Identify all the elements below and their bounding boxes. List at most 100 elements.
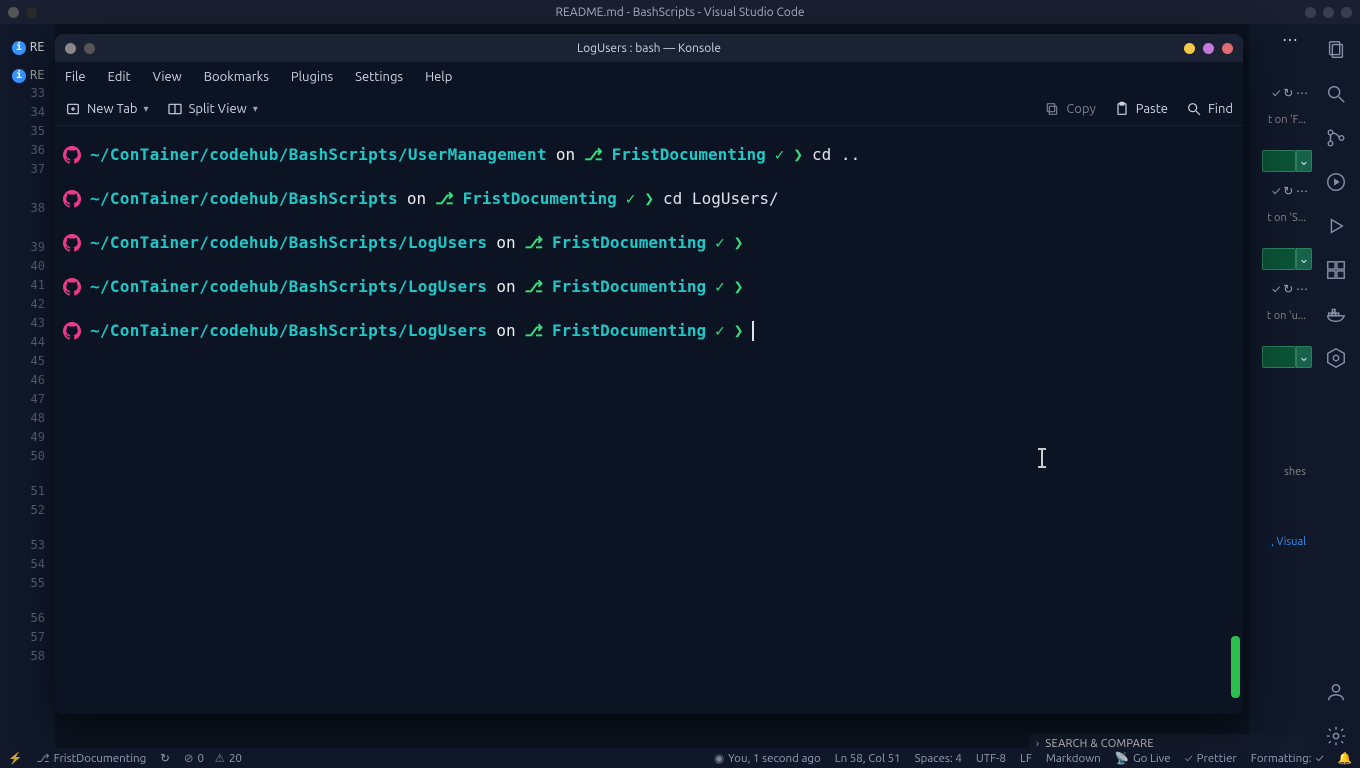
git-blame-status[interactable]: ◉You, 1 second ago	[714, 751, 821, 765]
window-controls-right	[1305, 7, 1352, 18]
scm-actions[interactable]: ✓ ↻ ⋯	[1272, 282, 1308, 296]
konsole-window: LogUsers : bash — Konsole File Edit View Bo…	[55, 34, 1243, 714]
cursor-position-status[interactable]: Ln 58, Col 51	[835, 751, 901, 765]
scm-actions[interactable]: ✓ ↻ ⋯	[1272, 86, 1308, 100]
close-button[interactable]	[1222, 43, 1233, 54]
fragment-text: t on 'S...	[1267, 212, 1306, 224]
vscode-window-title: README.md - BashScripts - Visual Studio …	[556, 6, 805, 19]
fragment-text: t on 'u...	[1267, 310, 1306, 322]
prompt-path: ~/ConTainer/codehub/BashScripts	[90, 187, 398, 211]
terminal-scrollbar[interactable]	[1230, 266, 1240, 704]
scm-actions[interactable]: ✓ ↻ ⋯	[1272, 184, 1308, 198]
menu-file[interactable]: File	[65, 70, 86, 84]
files-icon[interactable]	[1324, 38, 1348, 62]
account-icon[interactable]	[1324, 680, 1348, 704]
line-number: 38	[0, 199, 45, 218]
github-icon	[63, 190, 81, 208]
terminal-cursor	[752, 321, 754, 341]
prompt-line: ~/ConTainer/codehub/BashScripts/LogUsers…	[63, 320, 1243, 342]
prompt-on: on	[407, 187, 426, 211]
git-sync-status[interactable]: ↻	[160, 751, 170, 765]
chevron-down-icon[interactable]: ⌄	[1296, 248, 1312, 270]
window-dot[interactable]	[26, 7, 37, 18]
more-icon[interactable]: ⋯	[1282, 30, 1300, 49]
prompt-path: ~/ConTainer/codehub/BashScripts/UserMana…	[90, 143, 547, 167]
window-dot[interactable]	[1305, 7, 1316, 18]
notifications-icon[interactable]: 🔔	[1338, 751, 1352, 765]
fragment-text: shes	[1284, 466, 1306, 478]
menu-edit[interactable]: Edit	[108, 70, 131, 84]
line-number: 39	[0, 238, 45, 257]
search-compare-panel-header[interactable]: › SEARCH & COMPARE	[1030, 734, 1310, 754]
konsole-menubar: File Edit View Bookmarks Plugins Settings Help	[55, 62, 1243, 92]
window-dot[interactable]	[65, 43, 76, 54]
line-number: 33	[0, 84, 45, 103]
prompt-branch: FristDocumenting	[552, 275, 706, 299]
window-dot[interactable]	[84, 43, 95, 54]
indentation-status[interactable]: Spaces: 4	[915, 751, 962, 765]
minimize-button[interactable]	[1184, 43, 1195, 54]
menu-help[interactable]: Help	[425, 70, 452, 84]
chevron-right-icon: ›	[1036, 738, 1039, 750]
problems-status[interactable]: ⊘0 ⚠20	[184, 751, 242, 765]
line-number: 35	[0, 122, 45, 141]
docker-icon[interactable]	[1324, 302, 1348, 326]
activity-bar	[1312, 24, 1360, 748]
new-tab-button[interactable]: New Tab ▾	[65, 101, 149, 117]
branch-icon: ⎇	[525, 275, 543, 299]
encoding-status[interactable]: UTF-8	[976, 751, 1006, 765]
chevron-down-icon[interactable]: ▾	[253, 103, 258, 115]
window-dot[interactable]	[1323, 7, 1334, 18]
prompt-path: ~/ConTainer/codehub/BashScripts/LogUsers	[90, 319, 487, 343]
menu-plugins[interactable]: Plugins	[291, 70, 333, 84]
menu-settings[interactable]: Settings	[355, 70, 403, 84]
search-icon[interactable]	[1324, 82, 1348, 106]
line-number-gutter: i RE i RE 333435363738394041424344454647…	[0, 24, 55, 748]
chevron-down-icon[interactable]: ⌄	[1296, 346, 1312, 368]
source-control-icon[interactable]	[1324, 126, 1348, 150]
debug-icon[interactable]	[1324, 170, 1348, 194]
git-branch-status[interactable]: ⎇FristDocumenting	[36, 751, 146, 765]
right-side-panel: ⋯ ✓ ↻ ⋯ t on 'F... ⌄ ✓ ↻ ⋯ t on 'S... ⌄ …	[1248, 24, 1312, 748]
prompt-chevron-icon: ❯	[734, 319, 744, 343]
konsole-titlebar[interactable]: LogUsers : bash — Konsole	[55, 34, 1243, 62]
line-number: 36	[0, 141, 45, 160]
scm-badge[interactable]	[1262, 248, 1296, 270]
line-number: 47	[0, 390, 45, 409]
copy-button[interactable]: Copy	[1044, 101, 1095, 117]
run-icon[interactable]	[1324, 214, 1348, 238]
tab-label[interactable]: RE	[30, 38, 44, 57]
maximize-button[interactable]	[1203, 43, 1214, 54]
line-number: 57	[0, 628, 45, 647]
prompt-path: ~/ConTainer/codehub/BashScripts/LogUsers	[90, 275, 487, 299]
line-number: 45	[0, 352, 45, 371]
window-dot[interactable]	[1341, 7, 1352, 18]
gear-icon[interactable]	[1324, 724, 1348, 748]
branch-icon: ⎇	[435, 187, 453, 211]
split-view-button[interactable]: Split View ▾	[167, 101, 258, 117]
paste-button[interactable]: Paste	[1114, 101, 1168, 117]
scm-badge[interactable]	[1262, 150, 1296, 172]
menu-bookmarks[interactable]: Bookmarks	[204, 70, 269, 84]
line-number: 41	[0, 276, 45, 295]
line-number: 42	[0, 295, 45, 314]
chevron-down-icon[interactable]: ⌄	[1296, 150, 1312, 172]
window-dot[interactable]	[8, 7, 19, 18]
line-number: 50	[0, 447, 45, 466]
scrollbar-thumb[interactable]	[1231, 636, 1240, 698]
chevron-down-icon[interactable]: ▾	[144, 103, 149, 115]
find-button[interactable]: Find	[1186, 101, 1233, 117]
text-cursor-icon	[1041, 449, 1043, 467]
menu-view[interactable]: View	[153, 70, 182, 84]
branch-icon: ⎇	[525, 231, 543, 255]
remote-indicator[interactable]: ⚡	[8, 751, 22, 765]
prompt-chevron-icon: ❯	[734, 275, 744, 299]
extensions-icon[interactable]	[1324, 258, 1348, 282]
prompt-on: on	[496, 275, 515, 299]
check-icon: ✓	[715, 231, 725, 255]
kubernetes-icon[interactable]	[1324, 346, 1348, 370]
tab-label[interactable]: RE	[30, 66, 44, 85]
terminal-area[interactable]: ~/ConTainer/codehub/BashScripts/UserMana…	[55, 126, 1243, 714]
check-icon: ✓	[715, 319, 725, 343]
scm-badge[interactable]	[1262, 346, 1296, 368]
